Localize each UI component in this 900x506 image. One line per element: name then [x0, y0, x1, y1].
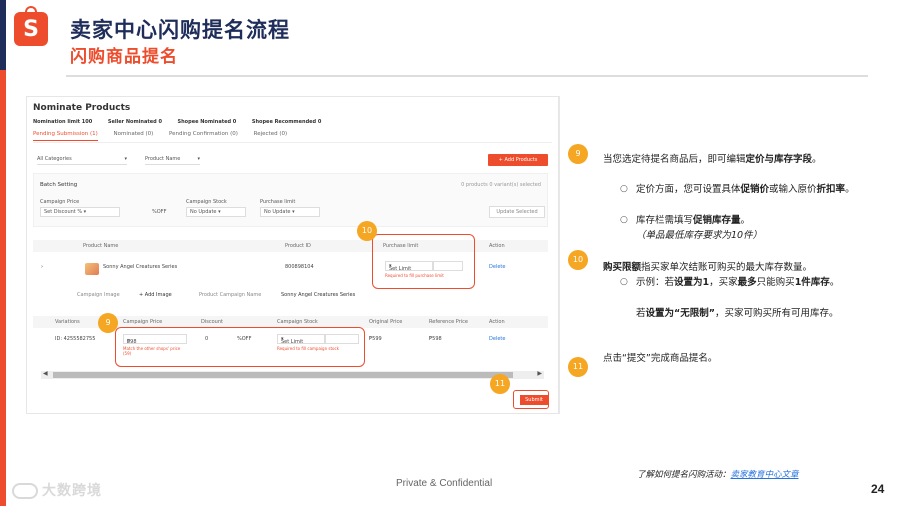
horizontal-scrollbar[interactable]: ◀ ▶	[41, 370, 544, 379]
batch-title: Batch Setting	[40, 182, 78, 188]
step-badge-11: 11	[568, 357, 588, 377]
col-action: Action	[489, 243, 505, 249]
stat-item: Shopee Recommended 0	[251, 119, 322, 125]
campaign-stock-select[interactable]: No Update ▾	[186, 207, 246, 217]
original-price: ₱599	[369, 336, 382, 342]
seller-education-link[interactable]: 卖家教育中心文章	[731, 470, 799, 480]
page-title: 卖家中心闪购提名流程	[70, 18, 290, 42]
col-product-name: Product Name	[83, 243, 119, 249]
variation-id: ID: 4255582755	[55, 336, 96, 342]
step-10-text: 购买限额指买家单次结账可购买的最大库存数量。	[603, 262, 813, 273]
tab-rejected[interactable]: Rejected (0)	[254, 131, 287, 137]
selection-count: 0 products 0 variant(s) selected	[461, 182, 541, 188]
page-subtitle: 闪购商品提名	[70, 47, 178, 67]
step-10-bullet-example: ○ 示例：若设置为1，买家最多只能购买1件库存。	[620, 277, 840, 288]
campaign-price-select[interactable]: Set Discount % ▾	[40, 207, 120, 217]
name-filter[interactable]: Product Name ▾	[145, 156, 200, 165]
off-suffix: %OFF	[152, 209, 167, 215]
campaign-name-value: Sonny Angel Creatures Series	[281, 292, 356, 298]
add-image-button[interactable]: + Add Image	[139, 292, 172, 298]
step-badge-10: 10	[357, 221, 377, 241]
tab-pending-submission[interactable]: Pending Submission (1)	[33, 131, 98, 141]
step-9-bullet-price: ○ 定价方面，您可设置具体促销价或输入原价折扣率。	[620, 184, 855, 195]
stat-item: Seller Nominated 0	[107, 119, 162, 125]
page-number: 24	[871, 482, 885, 496]
category-filter[interactable]: All Categories ▾	[37, 156, 127, 165]
left-accent-navy	[0, 0, 6, 70]
screenshot-heading: Nominate Products	[33, 103, 131, 113]
tab-pending-confirmation[interactable]: Pending Confirmation (0)	[169, 131, 238, 137]
batch-setting-panel: Batch Setting 0 products 0 variant(s) se…	[33, 173, 548, 227]
reference-price: ₱598	[429, 336, 442, 342]
step-badge-9: 9	[568, 144, 588, 164]
campaign-image-label: Campaign Image	[77, 292, 120, 298]
col-original-price: Original Price	[369, 319, 403, 325]
campaign-stock-label: Campaign Stock	[186, 199, 227, 205]
left-accent-bar	[0, 0, 6, 506]
col-action: Action	[489, 319, 505, 325]
step-9-bullet-stock: ○ 库存栏需填写促销库存量。 （单品最低库存要求为10件）	[620, 215, 763, 241]
nomination-stats: Nomination limit 100 Seller Nominated 0 …	[33, 119, 335, 125]
campaign-price-label: Campaign Price	[40, 199, 80, 205]
update-selected-button[interactable]: Update Selected	[489, 206, 545, 218]
delete-variation-link[interactable]: Delete	[489, 336, 505, 342]
col-variations: Variations	[55, 319, 80, 325]
product-thumbnail	[85, 263, 99, 275]
product-id: 800898104	[285, 264, 314, 270]
status-tabs: Pending Submission (1) Nominated (0) Pen…	[33, 131, 552, 143]
col-reference-price: Reference Price	[429, 319, 468, 325]
col-product-id: Product ID	[285, 243, 311, 249]
purchase-limit-highlight	[372, 234, 475, 289]
column-divider	[559, 96, 560, 414]
price-stock-highlight	[115, 327, 365, 367]
campaign-image-row: Campaign Image + Add Image Product Campa…	[33, 289, 548, 301]
tab-nominated[interactable]: Nominated (0)	[114, 131, 154, 137]
campaign-name-label: Product Campaign Name	[199, 292, 262, 298]
product-name: Sonny Angel Creatures Series	[103, 264, 178, 270]
learn-more: 了解如何提名闪购活动：卖家教育中心文章	[637, 470, 799, 480]
expand-chevron-icon[interactable]: ›	[41, 264, 43, 270]
watermark: 大数跨境	[12, 480, 102, 500]
col-campaign-stock: Campaign Stock	[277, 319, 318, 325]
scrollbar-thumb[interactable]	[53, 372, 513, 378]
step-11-text: 点击“提交”完成商品提名。	[603, 353, 718, 364]
watermark-logo-icon	[12, 483, 38, 499]
col-campaign-price: Campaign Price	[123, 319, 163, 325]
title-divider	[66, 75, 868, 77]
add-products-button[interactable]: + Add Products	[488, 154, 548, 166]
step-badge-10: 10	[568, 250, 588, 270]
step-10-bullet-unlimited: 若设置为“无限制”，买家可购买所有可用库存。	[636, 308, 839, 319]
purchase-limit-label: Purchase limit	[260, 199, 296, 205]
shopee-bag-logo: S	[14, 6, 48, 46]
stat-item: Shopee Nominated 0	[177, 119, 237, 125]
step-badge-11: 11	[490, 374, 510, 394]
confidential-label: Private & Confidential	[396, 478, 493, 489]
col-discount: Discount	[201, 319, 223, 325]
stat-item: Nomination limit 100	[33, 119, 93, 125]
delete-product-link[interactable]: Delete	[489, 264, 505, 270]
submit-highlight	[513, 390, 549, 409]
step-badge-9: 9	[98, 313, 118, 333]
purchase-limit-select[interactable]: No Update ▾	[260, 207, 320, 217]
scroll-left-icon[interactable]: ◀	[43, 370, 48, 377]
step-9-text: 当您选定待提名商品后，即可编辑定价与库存字段。	[603, 154, 822, 165]
scroll-right-icon[interactable]: ▶	[537, 370, 542, 377]
